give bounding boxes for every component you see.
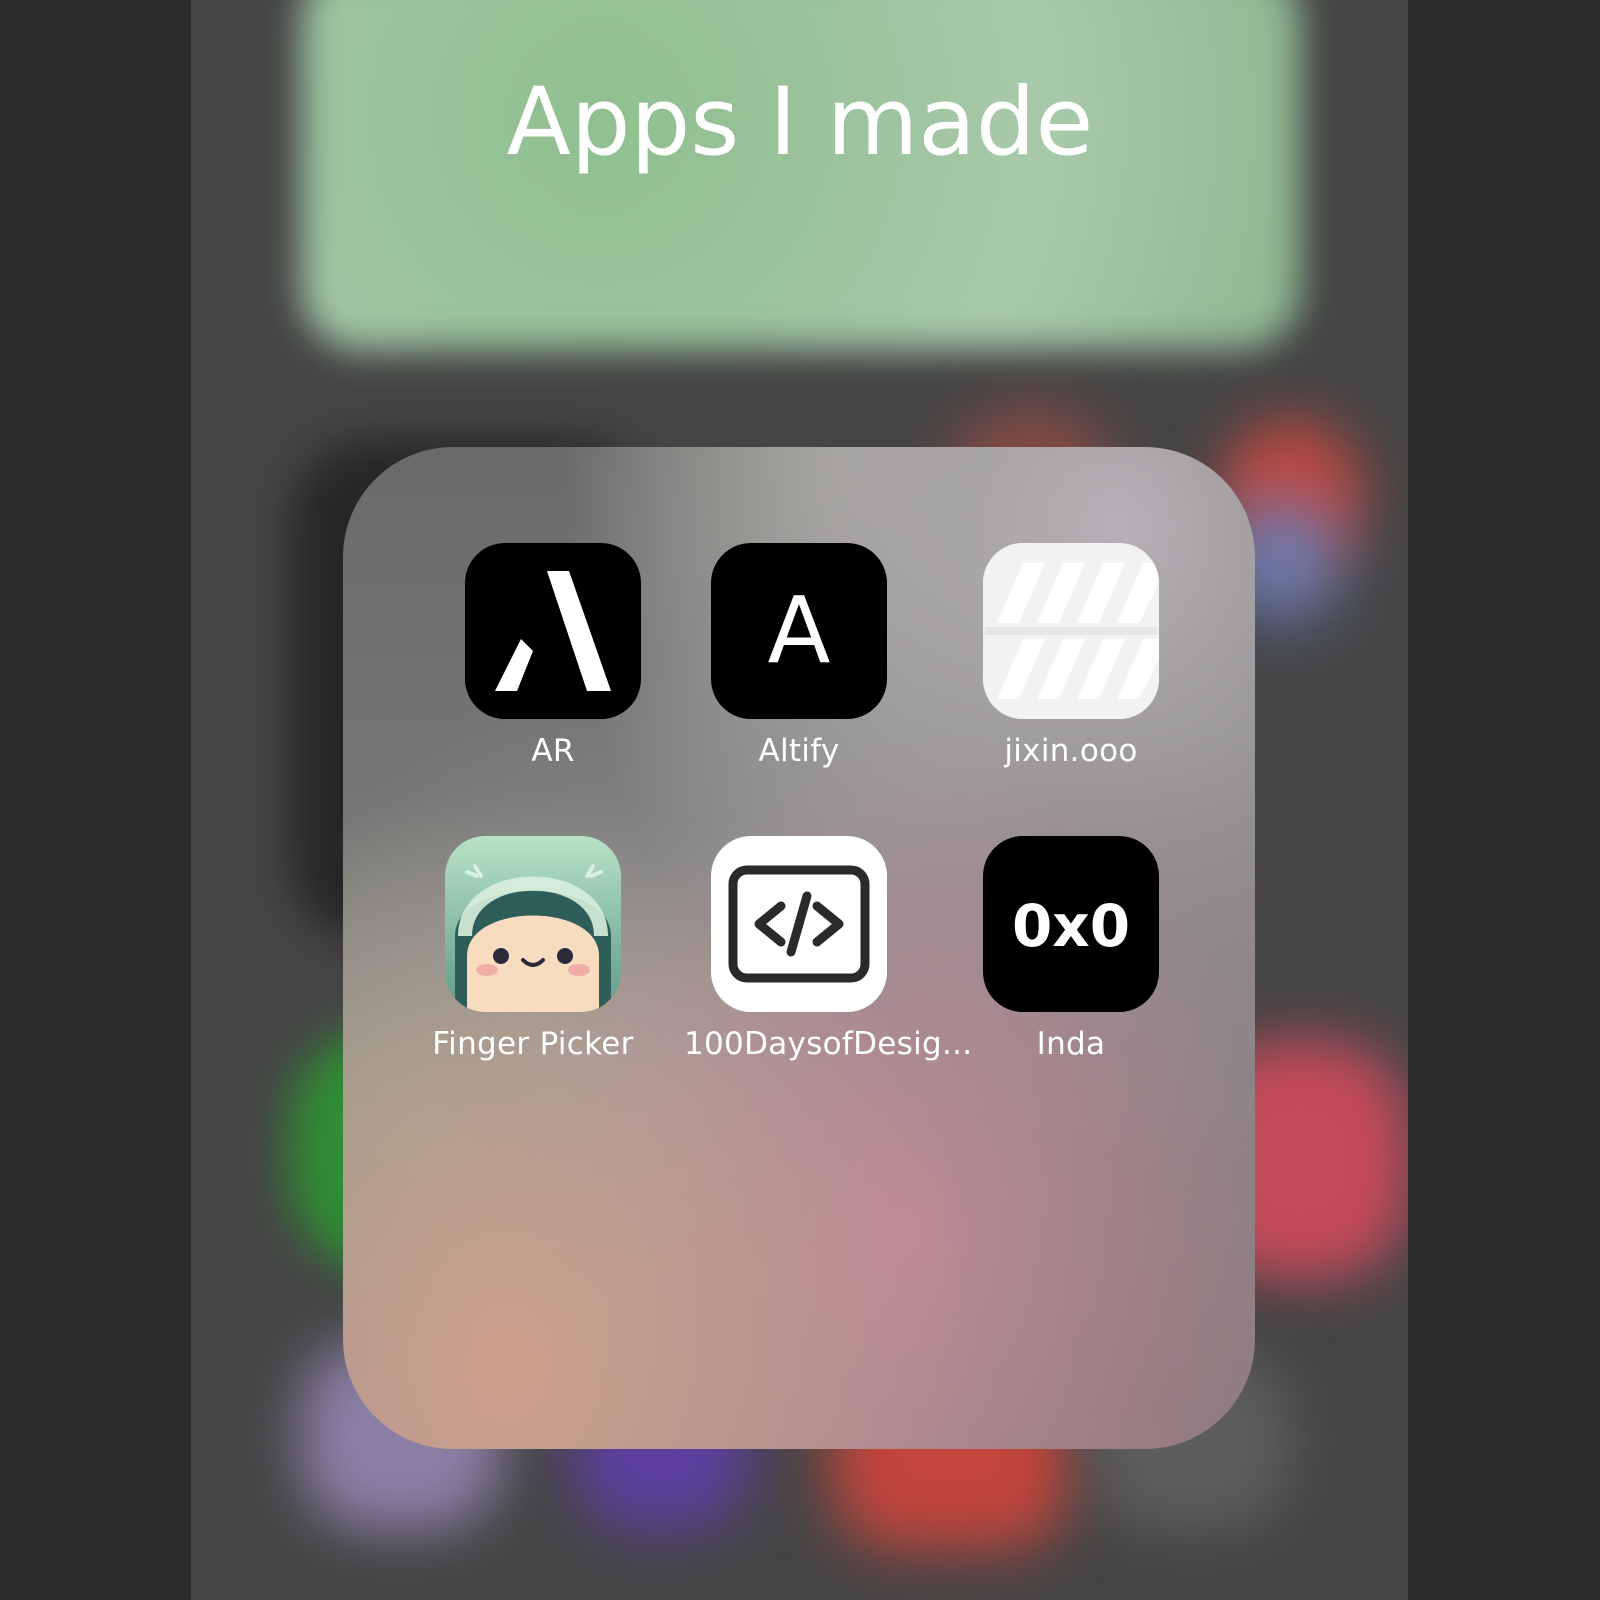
app-label: AR (531, 733, 575, 769)
folder-panel: AR A Altify jixin.ooo Finger Picker 100D… (343, 447, 1255, 1449)
jixin-logo-icon[interactable] (983, 543, 1159, 719)
app-label: jixin.ooo (1004, 733, 1138, 769)
app-inda[interactable]: 0x0 Inda (956, 836, 1186, 1062)
ar-logo-icon[interactable] (465, 543, 641, 719)
home-screen: Apps I made AR A Altify jixin.ooo Finger… (0, 0, 1600, 1600)
app-ar[interactable]: AR (438, 543, 668, 769)
folder-title[interactable]: Apps I made (0, 68, 1600, 177)
inda-glyph: 0x0 (1011, 892, 1131, 960)
app-100daysofdesign[interactable]: 100DaysofDesig... (684, 836, 973, 1062)
altify-glyph: A (767, 577, 831, 684)
app-label: Inda (1036, 1026, 1106, 1062)
inda-logo-icon[interactable]: 0x0 (983, 836, 1159, 1012)
altify-logo-icon[interactable]: A (711, 543, 887, 719)
app-jixin[interactable]: jixin.ooo (956, 543, 1186, 769)
right-margin (1409, 0, 1600, 1600)
app-altify[interactable]: A Altify (684, 543, 914, 769)
finger-picker-mascot-icon[interactable] (445, 836, 621, 1012)
app-label: Finger Picker (432, 1026, 634, 1062)
left-margin (0, 0, 191, 1600)
app-label: 100DaysofDesig... (684, 1026, 973, 1062)
app-label: Altify (758, 733, 840, 769)
app-finger-picker[interactable]: Finger Picker (418, 836, 648, 1062)
code-brackets-icon[interactable] (711, 836, 887, 1012)
